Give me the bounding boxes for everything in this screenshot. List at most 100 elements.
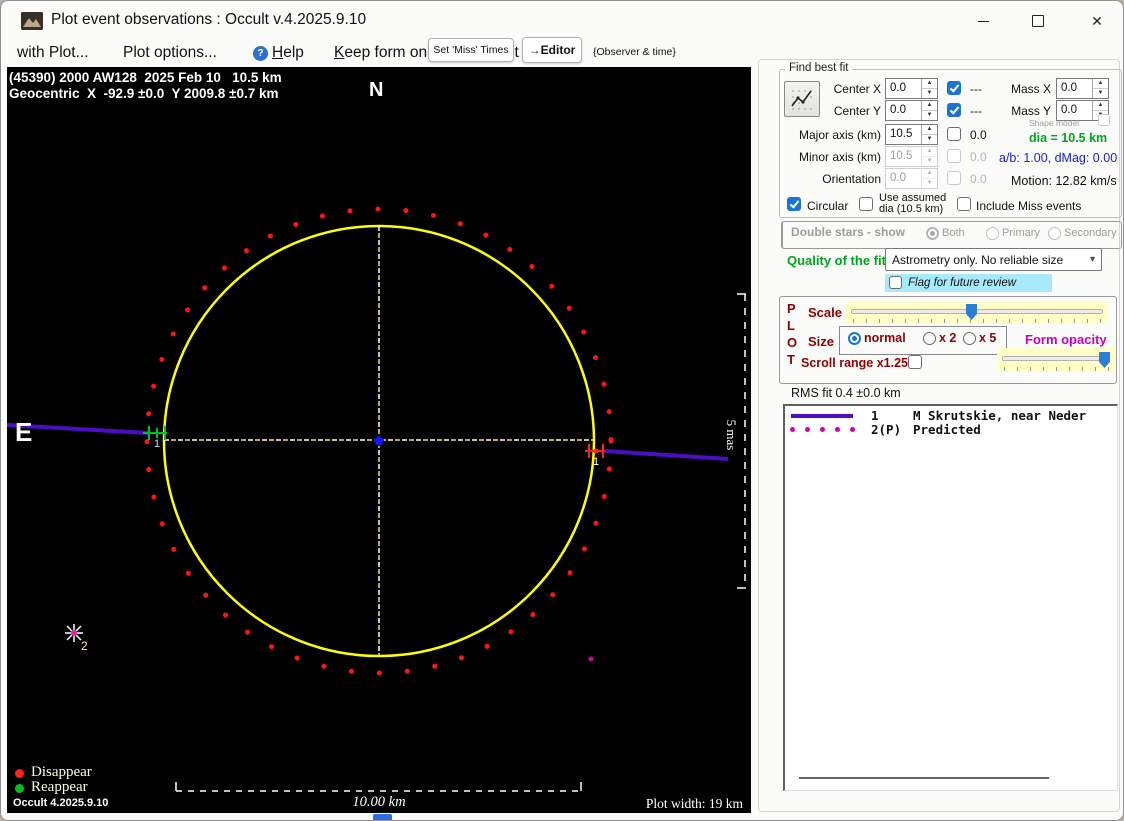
ab-dmag-readout: a/b: 1.00, dMag: 0.00 bbox=[999, 151, 1118, 165]
double-stars-secondary-label: Secondary bbox=[1064, 227, 1117, 239]
scroll-range-checkbox[interactable] bbox=[908, 355, 922, 369]
double-stars-secondary-radio bbox=[1048, 227, 1061, 240]
observer1-name[interactable]: M Skrutskie, near Neder bbox=[913, 408, 1086, 423]
center-y-spinner[interactable]: 0.0 ▲ ▼ bbox=[885, 100, 938, 121]
scale-slider[interactable] bbox=[846, 301, 1108, 324]
form-opacity-track[interactable] bbox=[1002, 356, 1110, 361]
minor-axis-value: 10.5 bbox=[890, 150, 913, 162]
form-opacity-thumb[interactable] bbox=[1099, 352, 1110, 368]
double-stars-both-radio bbox=[926, 227, 939, 240]
chord1-left-number: 1 bbox=[154, 438, 161, 450]
maximize-button[interactable] bbox=[1016, 7, 1060, 35]
size-x5-label: x 5 bbox=[979, 331, 997, 345]
major-axis-arrows[interactable]: ▲ ▼ bbox=[921, 125, 937, 144]
size-normal-label: normal bbox=[864, 331, 906, 345]
horizontal-scale-label: 10.00 km bbox=[352, 794, 406, 810]
observer2-dots-swatch bbox=[790, 427, 860, 432]
scroll-range-label: Scroll range x1.25 bbox=[801, 356, 909, 370]
shape-model-checkbox[interactable] bbox=[1098, 114, 1110, 126]
center-y-checkbox[interactable] bbox=[947, 103, 961, 117]
scale-slider-ticks bbox=[853, 319, 1102, 323]
flag-review-checkbox[interactable] bbox=[889, 276, 902, 289]
mass-x-label: Mass X bbox=[1010, 82, 1051, 96]
major-axis-spinner[interactable]: 10.5 ▲ ▼ bbox=[885, 124, 938, 145]
use-assumed-label-2: dia (10.5 km) bbox=[879, 203, 944, 215]
diameter-readout: dia = 10.5 km bbox=[1029, 131, 1108, 145]
list-separator-line bbox=[799, 777, 1049, 779]
major-axis-checkbox[interactable] bbox=[947, 127, 961, 141]
observer2-number[interactable]: 2(P) bbox=[871, 422, 901, 437]
rms-fit-label: RMS fit 0.4 ±0.0 km bbox=[791, 386, 901, 400]
double-stars-both-label: Both bbox=[942, 227, 965, 239]
disappear-legend-dot bbox=[15, 769, 24, 778]
observer1-number[interactable]: 1 bbox=[871, 408, 879, 423]
plot-width-label: Plot width: 19 km bbox=[645, 796, 743, 811]
orientation-status: 0.0 bbox=[970, 172, 987, 186]
minor-axis-arrows: ▲ ▼ bbox=[921, 147, 937, 166]
center-dot bbox=[374, 436, 384, 446]
center-x-value: 0.0 bbox=[890, 82, 906, 94]
circular-label: Circular bbox=[807, 199, 849, 213]
scale-slider-thumb[interactable] bbox=[966, 304, 977, 320]
observer-time-label: {Observer & time} bbox=[593, 46, 676, 58]
center-x-label: Center X bbox=[833, 82, 881, 96]
quality-label: Quality of the fit bbox=[787, 253, 886, 268]
menu-help[interactable]: Help bbox=[272, 44, 304, 62]
star2-center-dot bbox=[71, 630, 77, 636]
editor-button[interactable]: →Editor bbox=[522, 37, 582, 63]
chord1-right-segment[interactable] bbox=[604, 449, 729, 461]
center-y-status: --- bbox=[970, 104, 982, 118]
vertical-scale-label: 5 mas bbox=[724, 419, 739, 451]
plot-letter-p: P bbox=[787, 301, 796, 316]
circular-checkbox[interactable] bbox=[787, 197, 801, 211]
shape-model-label: Shape model bbox=[1029, 118, 1080, 128]
chevron-down-icon: ▾ bbox=[1089, 254, 1095, 265]
use-assumed-dia-checkbox[interactable] bbox=[859, 197, 873, 211]
include-miss-label: Include Miss events bbox=[976, 199, 1082, 213]
mass-x-arrows[interactable]: ▲ ▼ bbox=[1092, 79, 1108, 98]
form-opacity-slider[interactable] bbox=[997, 348, 1115, 372]
plot-canvas[interactable]: (45390) 2000 AW128 2025 Feb 10 10.5 km G… bbox=[7, 67, 751, 813]
plot-title-line1: (45390) 2000 AW128 2025 Feb 10 10.5 km bbox=[9, 70, 282, 85]
size-x2-radio[interactable] bbox=[923, 332, 936, 345]
quality-dropdown[interactable]: Astrometry only. No reliable size ▾ bbox=[885, 248, 1102, 271]
maximize-icon bbox=[1032, 15, 1044, 27]
minor-axis-checkbox bbox=[947, 149, 961, 163]
orientation-spinner[interactable]: 0.0 ▲ ▼ bbox=[885, 168, 938, 189]
quality-value: Astrometry only. No reliable size bbox=[892, 252, 1064, 267]
taskbar-peek-accent bbox=[373, 814, 392, 820]
scale-slider-track[interactable] bbox=[851, 309, 1103, 314]
center-x-spinner[interactable]: 0.0 ▲ ▼ bbox=[885, 78, 938, 99]
center-x-status: --- bbox=[970, 82, 982, 96]
center-x-arrows[interactable]: ▲ ▼ bbox=[921, 79, 937, 98]
close-icon: ✕ bbox=[1091, 13, 1103, 29]
plot-graphics bbox=[7, 206, 746, 792]
include-miss-checkbox[interactable] bbox=[957, 197, 971, 211]
double-stars-label: Double stars - show bbox=[791, 225, 906, 239]
observer1-line-swatch bbox=[791, 414, 853, 418]
minimize-button[interactable] bbox=[961, 7, 1005, 35]
center-x-checkbox[interactable] bbox=[947, 81, 961, 95]
find-best-fit-label: Find best fit bbox=[785, 62, 853, 74]
minor-axis-spinner[interactable]: 10.5 ▲ ▼ bbox=[885, 146, 938, 167]
plot-title-line2: Geocentric X -92.9 ±0.0 Y 2009.8 ±0.7 km bbox=[9, 86, 279, 101]
reappear-legend-label: Reappear bbox=[31, 779, 88, 795]
menu-plot-options[interactable]: Plot options... bbox=[123, 44, 217, 62]
menu-with-plot[interactable]: with Plot... bbox=[17, 44, 89, 62]
set-miss-times-button[interactable]: Set 'Miss' Times bbox=[428, 38, 514, 62]
size-x2-label: x 2 bbox=[939, 331, 957, 345]
minimize-icon bbox=[977, 20, 989, 22]
center-y-arrows[interactable]: ▲ ▼ bbox=[921, 101, 937, 120]
observer-list[interactable] bbox=[783, 404, 1118, 791]
observer2-name[interactable]: Predicted bbox=[913, 422, 981, 437]
mass-y-label: Mass Y bbox=[1011, 104, 1051, 118]
north-label: N bbox=[369, 79, 384, 101]
mass-x-spinner[interactable]: 0.0 ▲ ▼ bbox=[1056, 78, 1109, 99]
size-x5-radio[interactable] bbox=[963, 332, 976, 345]
size-normal-radio[interactable] bbox=[848, 332, 861, 345]
plot-letter-o: O bbox=[787, 335, 798, 350]
close-button[interactable]: ✕ bbox=[1075, 7, 1119, 35]
size-label: Size bbox=[808, 334, 835, 349]
orientation-arrows: ▲ ▼ bbox=[921, 169, 937, 188]
help-icon: ? bbox=[253, 46, 268, 61]
